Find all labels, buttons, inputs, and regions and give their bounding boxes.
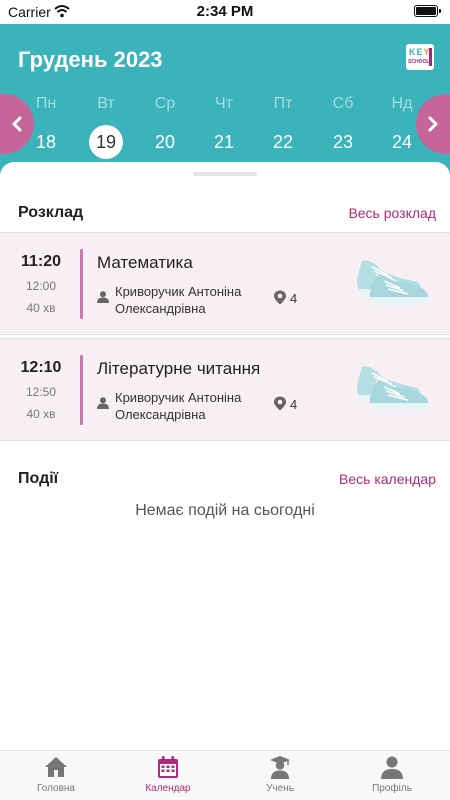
lesson-subject: Літературне читання xyxy=(97,359,261,378)
lesson-divider xyxy=(80,355,83,425)
sneakers-icon xyxy=(357,366,429,411)
month-title: Грудень 2023 xyxy=(18,47,163,72)
battery-icon xyxy=(414,5,441,17)
location-pin-icon xyxy=(274,290,286,305)
tab-label: Календар xyxy=(145,783,191,794)
lesson-divider xyxy=(80,249,83,319)
lesson-start-time: 11:20 xyxy=(20,253,62,270)
tab-label: Профіль xyxy=(372,783,412,794)
schedule-title: Розклад xyxy=(18,204,84,221)
tab-profile[interactable]: Профіль xyxy=(342,753,442,799)
tab-label: Учень xyxy=(266,783,294,794)
day-number-selected: 19 xyxy=(89,125,123,159)
day-number: 22 xyxy=(272,132,294,152)
person-icon xyxy=(97,291,109,303)
calendar-icon xyxy=(158,756,178,778)
profile-icon xyxy=(381,756,403,779)
day-name: Чт xyxy=(215,95,233,112)
chevron-right-icon xyxy=(428,116,438,132)
lesson-end-time: 12:50 xyxy=(25,385,57,399)
content-sheet: Розклад Весь розклад 11:20 12:00 40 хв М… xyxy=(0,162,450,750)
day-wednesday[interactable]: Ср 20 xyxy=(141,94,189,159)
no-events-message: Немає подій на сьогодні xyxy=(135,502,315,519)
lesson-teacher: Криворучик Антоніна Олександрівна xyxy=(115,390,242,422)
bottom-tab-bar: Головна Календар Учень Профіль xyxy=(0,750,450,800)
location-pin-icon xyxy=(274,396,286,411)
day-number: 18 xyxy=(35,132,57,152)
student-icon xyxy=(270,756,290,779)
tab-student[interactable]: Учень xyxy=(230,753,330,799)
day-number: 23 xyxy=(332,132,354,152)
day-thursday[interactable]: Чт 21 xyxy=(200,94,248,159)
lesson-duration: 40 хв xyxy=(26,301,56,315)
day-number: 20 xyxy=(154,132,176,152)
tab-label: Головна xyxy=(37,783,75,794)
day-friday[interactable]: Пт 22 xyxy=(259,94,307,159)
lesson-end-time: 12:00 xyxy=(25,279,57,293)
lesson-card[interactable]: 11:20 12:00 40 хв Математика Криворучик … xyxy=(0,232,450,335)
day-name: Вт xyxy=(97,95,115,112)
events-title: Події xyxy=(18,470,59,487)
sheet-drag-handle[interactable] xyxy=(193,172,257,176)
lesson-start-time: 12:10 xyxy=(20,359,62,376)
lesson-card[interactable]: 12:10 12:50 40 хв Літературне читання Кр… xyxy=(0,338,450,441)
sneakers-icon xyxy=(357,260,429,305)
chevron-left-icon xyxy=(12,116,22,132)
lesson-teacher: Криворучик Антоніна Олександрівна xyxy=(115,284,242,316)
day-name: Сб xyxy=(332,95,354,112)
day-number: 21 xyxy=(213,132,235,152)
lesson-room: 4 xyxy=(290,397,298,412)
full-calendar-link[interactable]: Весь календар xyxy=(339,471,436,487)
person-icon xyxy=(97,397,109,409)
tab-calendar[interactable]: Календар xyxy=(118,753,218,799)
week-strip: Пн 18 Вт 19 Ср 20 Чт 21 Пт 22 Сб 23 Нд 2… xyxy=(0,94,450,164)
day-tuesday[interactable]: Вт 19 xyxy=(82,94,130,159)
full-schedule-link[interactable]: Весь розклад xyxy=(348,205,436,221)
day-name: Пт xyxy=(273,95,293,112)
lesson-subject: Математика xyxy=(97,253,193,272)
key-school-logo: KEY SCHOOL xyxy=(406,44,434,70)
clock-label: 2:34 PM xyxy=(196,3,254,20)
tab-home[interactable]: Головна xyxy=(6,753,106,799)
lesson-duration: 40 хв xyxy=(26,407,56,421)
home-icon xyxy=(45,757,67,777)
calendar-header: Грудень 2023 KEY SCHOOL Пн 18 Вт 19 Ср 2… xyxy=(0,24,450,174)
events-header: Події Весь календар xyxy=(0,468,450,494)
day-number: 24 xyxy=(391,132,413,152)
day-saturday[interactable]: Сб 23 xyxy=(319,94,367,159)
status-bar: Carrier 2:34 PM xyxy=(0,0,450,24)
day-name: Ср xyxy=(154,95,176,112)
schedule-header: Розклад Весь розклад xyxy=(0,202,450,228)
lesson-room: 4 xyxy=(290,291,298,306)
